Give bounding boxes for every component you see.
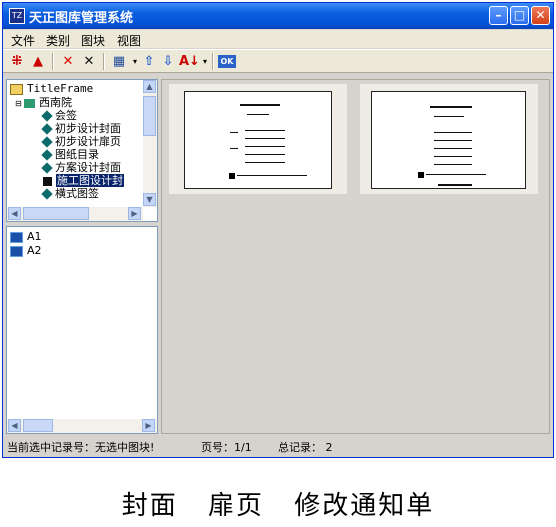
scroll-thumb[interactable]	[23, 207, 89, 220]
title-bar[interactable]: TZ 天正图库管理系统 – □ ✕	[3, 3, 553, 29]
tree-item[interactable]: 图纸目录	[41, 148, 99, 161]
scroll-left-icon[interactable]: ◀	[8, 207, 21, 220]
status-total: 总记录： 2	[278, 441, 333, 454]
title-cover-preview	[184, 91, 332, 189]
group-icon	[24, 98, 35, 108]
tree-item[interactable]: 初步设计封面	[41, 122, 121, 135]
sort-icon[interactable]: A↓	[179, 53, 200, 70]
scroll-right-icon[interactable]: ▶	[128, 207, 141, 220]
app-icon: TZ	[9, 8, 25, 24]
diamond-icon	[41, 123, 53, 135]
block-list: A1 A2 ◀ ▶	[6, 226, 158, 434]
tree-item[interactable]: 初步设计扉页	[41, 135, 121, 148]
app-window: TZ 天正图库管理系统 – □ ✕ 文件 类别 图块 视图 ⁜ ▲ ✕ ✕ ▦ …	[2, 2, 554, 458]
diamond-icon	[41, 162, 53, 174]
tree-item[interactable]: 方案设计封面	[41, 161, 121, 174]
close-button[interactable]: ✕	[531, 6, 550, 25]
menu-category[interactable]: 类别	[46, 32, 70, 49]
tree-item-selected[interactable]: 施工图设计封	[43, 174, 124, 187]
scroll-down-icon[interactable]: ▼	[143, 193, 156, 206]
title-page-preview	[371, 91, 526, 189]
scroll-right-icon[interactable]: ▶	[142, 419, 155, 432]
move-down-icon[interactable]: ⇩	[159, 53, 177, 70]
tree-horizontal-scrollbar[interactable]: ◀ ▶	[7, 207, 143, 221]
diamond-icon	[41, 188, 53, 200]
status-bar: 当前选中记录号：无选中图块! 页号：1/1 总记录： 2	[3, 435, 553, 455]
diamond-icon	[41, 136, 53, 148]
block-icon	[10, 245, 23, 257]
status-current-record: 当前选中记录号：无选中图块!	[7, 441, 155, 454]
folder-icon	[10, 83, 23, 95]
preview-thumbnail-2[interactable]	[360, 84, 538, 194]
block-icon	[10, 231, 23, 243]
list-horizontal-scrollbar[interactable]: ◀ ▶	[7, 419, 157, 433]
window-title: 天正图库管理系统	[29, 11, 134, 26]
tree-root[interactable]: TitleFrame	[10, 82, 93, 95]
menu-file[interactable]: 文件	[11, 32, 35, 49]
menu-block[interactable]: 图块	[81, 32, 105, 49]
tree-item[interactable]: 横式图签	[41, 187, 99, 200]
figure-caption: 封面 扉页 修改通知单	[121, 491, 435, 521]
status-page: 页号：1/1	[201, 441, 252, 454]
tree-group[interactable]: ⊟ 西南院	[15, 96, 72, 109]
category-tree: TitleFrame ⊟ 西南院 会签 初步设计封面 初步设计扉页 图纸目录 方案…	[6, 79, 158, 222]
cut-icon[interactable]: ✕	[80, 53, 98, 70]
scroll-thumb[interactable]	[23, 419, 53, 432]
diamond-icon	[41, 110, 53, 122]
scroll-thumb[interactable]	[143, 96, 156, 136]
tree-item[interactable]: 会签	[41, 109, 77, 122]
ok-icon[interactable]: OK	[218, 55, 236, 68]
triangle-icon[interactable]: ▲	[29, 53, 47, 70]
list-item[interactable]: A2	[10, 244, 42, 257]
menu-bar: 文件 类别 图块 视图	[3, 30, 553, 48]
move-up-icon[interactable]: ⇧	[140, 53, 158, 70]
scroll-up-icon[interactable]: ▲	[143, 80, 156, 93]
preview-thumbnail-1[interactable]	[169, 84, 347, 194]
minimize-button[interactable]: –	[489, 6, 508, 25]
diamond-icon	[41, 149, 53, 161]
list-item[interactable]: A1	[10, 230, 42, 243]
selected-block-icon	[43, 176, 52, 186]
tree-vertical-scrollbar[interactable]: ▲ ▼	[143, 80, 157, 207]
menu-view[interactable]: 视图	[117, 32, 141, 49]
maximize-button[interactable]: □	[510, 6, 529, 25]
toolbar: ⁜ ▲ ✕ ✕ ▦ ▾ ⇧ ⇩ A↓ ▾ OK	[3, 49, 553, 73]
scroll-left-icon[interactable]: ◀	[8, 419, 21, 432]
network-icon[interactable]: ⁜	[8, 53, 26, 70]
delete-icon[interactable]: ✕	[59, 53, 77, 70]
